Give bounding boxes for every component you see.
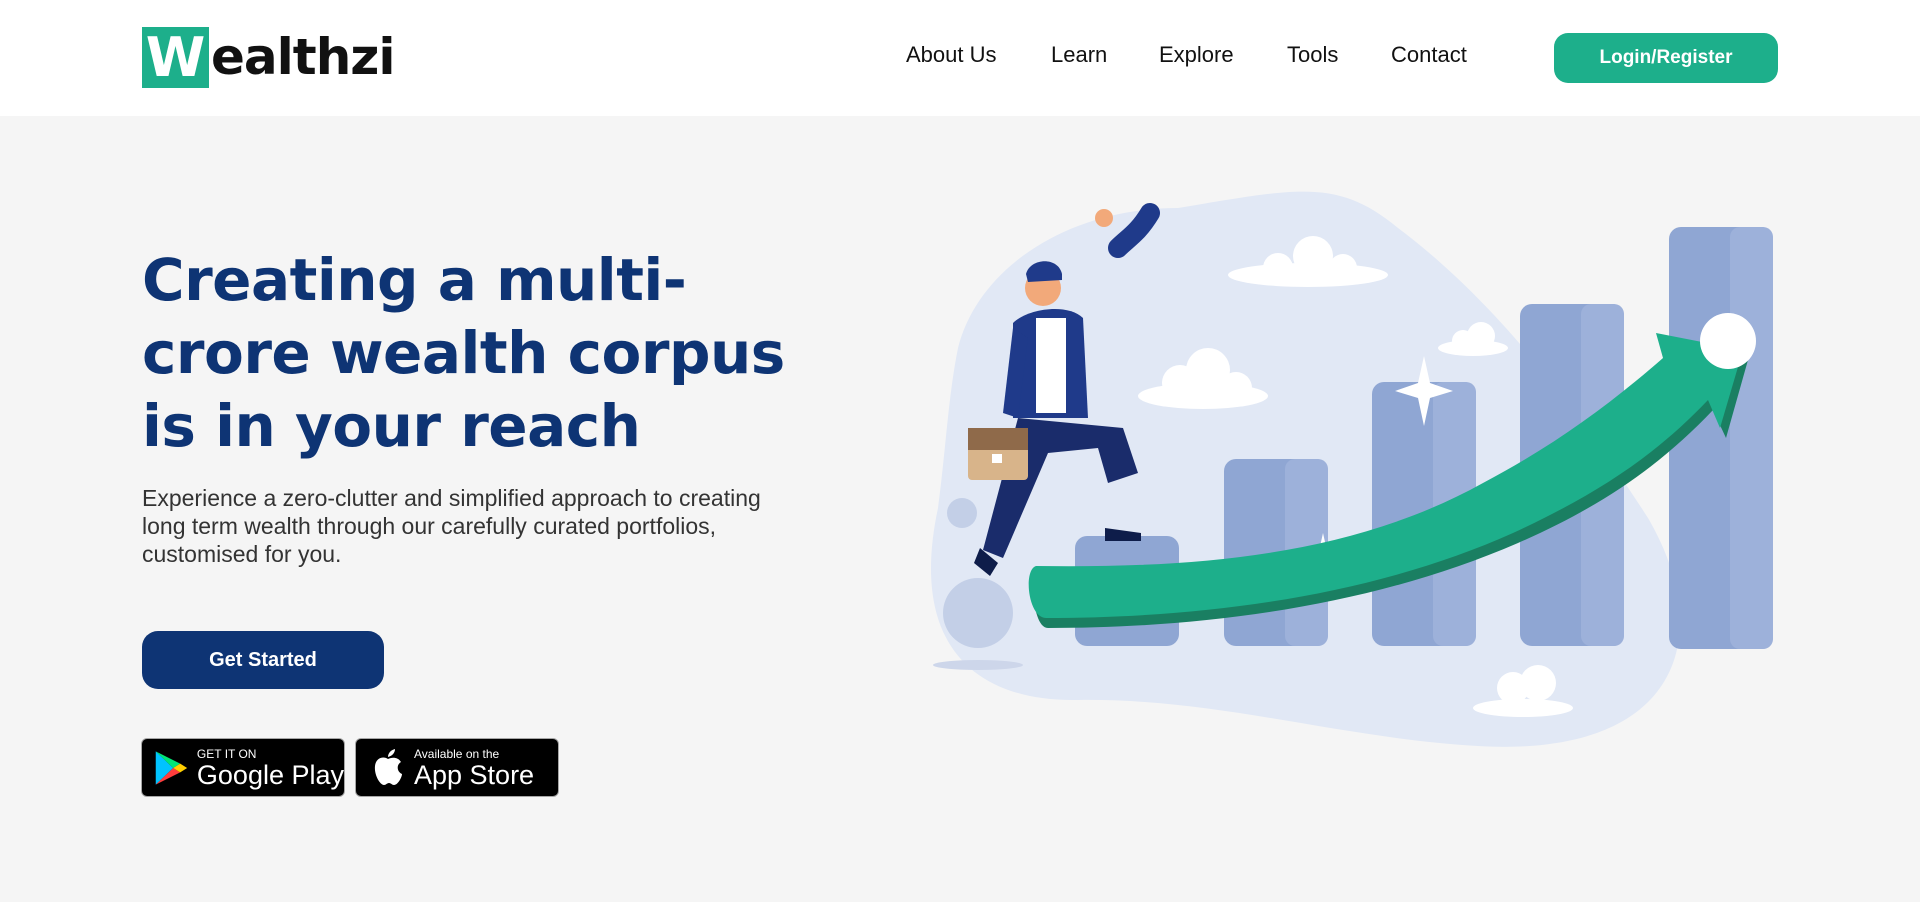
app-store-small-text: Available on the [414, 746, 500, 761]
logo-mark: W [142, 26, 209, 89]
headline-line: is in your reach [142, 392, 641, 460]
headline-line: Creating a multi- [142, 246, 687, 314]
site-header: W ealthzi About Us Learn Explore Tools C… [0, 0, 1920, 116]
nav-about-us[interactable]: About Us [906, 42, 997, 68]
nav-explore[interactable]: Explore [1159, 42, 1234, 68]
subtext-line: customised for you. [142, 541, 342, 567]
login-register-button[interactable]: Login/Register [1554, 33, 1778, 83]
nav-contact[interactable]: Contact [1391, 42, 1467, 68]
app-store-badge[interactable]: Available on the App Store [355, 738, 559, 797]
subtext-line: Experience a zero-clutter and simplified… [142, 485, 761, 511]
subtext-line: long term wealth through our carefully c… [142, 513, 717, 539]
hero-headline: Creating a multi- crore wealth corpus is… [142, 244, 842, 463]
growth-illustration [930, 191, 1773, 747]
logo[interactable]: W ealthzi [142, 26, 396, 89]
arrow-tip-circle [1700, 313, 1756, 369]
headline-line: crore wealth corpus [142, 319, 785, 387]
google-play-icon [155, 750, 188, 785]
logo-wordmark: ealthzi [211, 28, 396, 86]
hero-subtext: Experience a zero-clutter and simplified… [142, 484, 822, 568]
nav-tools[interactable]: Tools [1287, 42, 1338, 68]
google-play-small-text: GET IT ON [196, 746, 257, 761]
nav-learn[interactable]: Learn [1051, 42, 1107, 68]
google-play-big-text: Google Play [196, 759, 344, 790]
apple-icon [374, 748, 402, 785]
google-play-badge[interactable]: GET IT ON Google Play [141, 738, 345, 797]
get-started-button[interactable]: Get Started [142, 631, 384, 689]
app-store-big-text: App Store [414, 759, 535, 790]
